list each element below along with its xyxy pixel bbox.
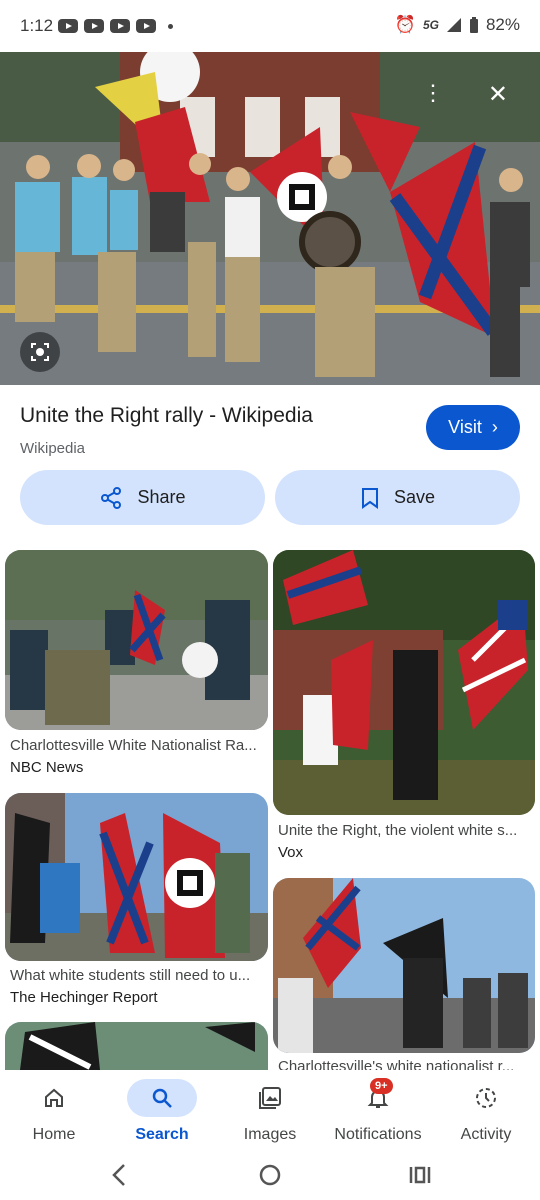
related-source: The Hechinger Report — [10, 989, 158, 1006]
more-options-icon[interactable]: ⋮ — [422, 80, 444, 106]
alarm-icon: ⏰ — [394, 15, 416, 34]
youtube-icon — [58, 19, 78, 33]
related-source: NBC News — [10, 759, 84, 776]
nav-images[interactable]: Images — [220, 1070, 320, 1156]
notification-badge: 9+ — [370, 1078, 393, 1094]
related-caption[interactable]: What white students still need to u... — [10, 967, 265, 984]
nav-home-label: Home — [32, 1126, 76, 1143]
nav-images-label: Images — [243, 1126, 297, 1143]
close-icon[interactable]: ✕ — [488, 80, 508, 109]
youtube-icon — [136, 19, 156, 33]
related-image-5[interactable] — [5, 1022, 268, 1070]
back-icon[interactable] — [108, 1162, 132, 1188]
notification-icons — [58, 19, 173, 33]
share-button[interactable]: Share — [20, 470, 265, 525]
activity-icon — [476, 1088, 496, 1108]
related-image-3[interactable] — [5, 793, 268, 961]
related-caption[interactable]: Unite the Right, the violent white s... — [278, 822, 530, 839]
youtube-icon — [84, 19, 104, 33]
save-button[interactable]: Save — [275, 470, 520, 525]
related-caption[interactable]: Charlottesville White Nationalist Ra... — [10, 737, 265, 754]
youtube-icon — [110, 19, 130, 33]
hero-image[interactable]: ⋮ ✕ — [0, 52, 540, 385]
home-button-icon[interactable] — [258, 1162, 282, 1188]
nav-home[interactable]: Home — [4, 1070, 104, 1156]
nav-notifications[interactable]: 9+ Notifications — [318, 1070, 438, 1156]
battery-icon — [469, 16, 478, 33]
battery-percentage: 82% — [485, 15, 520, 34]
street-rally-photo — [273, 878, 535, 1053]
images-icon — [259, 1087, 281, 1109]
share-label: Share — [137, 487, 186, 507]
related-image-4[interactable] — [273, 878, 535, 1053]
visit-button[interactable]: Visit › — [426, 405, 520, 450]
related-image-1[interactable] — [5, 550, 268, 730]
related-image-2[interactable] — [273, 550, 535, 815]
lens-icon[interactable] — [20, 332, 60, 372]
nav-activity-label: Activity — [460, 1126, 512, 1143]
nav-search-label: Search — [135, 1126, 189, 1143]
nav-search[interactable]: Search — [112, 1070, 212, 1156]
search-icon — [152, 1088, 172, 1108]
partial-photo — [5, 1022, 268, 1070]
visit-label: Visit — [448, 417, 482, 437]
bookmark-icon — [361, 487, 378, 509]
home-icon — [45, 1088, 63, 1107]
crowd-photo — [5, 550, 268, 730]
status-bar: 1:12 ⏰ 5G 82% — [0, 0, 540, 52]
chevron-right-icon: › — [491, 417, 498, 437]
bottom-navigation: Home Search Images 9+ Notifications Acti… — [0, 1070, 540, 1156]
nav-activity[interactable]: Activity — [436, 1070, 536, 1156]
recents-icon[interactable] — [408, 1162, 432, 1188]
save-label: Save — [393, 487, 436, 507]
network-label: 5G — [422, 18, 439, 32]
related-source: Vox — [278, 844, 304, 861]
more-notifications-icon — [168, 23, 173, 29]
torch-rally-photo — [273, 550, 535, 815]
flags-photo — [5, 793, 268, 961]
clock: 1:12 — [20, 16, 54, 35]
signal-icon — [446, 18, 461, 32]
share-icon — [101, 486, 122, 509]
nav-notifications-label: Notifications — [334, 1126, 422, 1143]
system-navigation — [0, 1156, 540, 1200]
rally-photo — [0, 52, 540, 385]
system-status: ⏰ 5G 82% — [395, 15, 520, 35]
